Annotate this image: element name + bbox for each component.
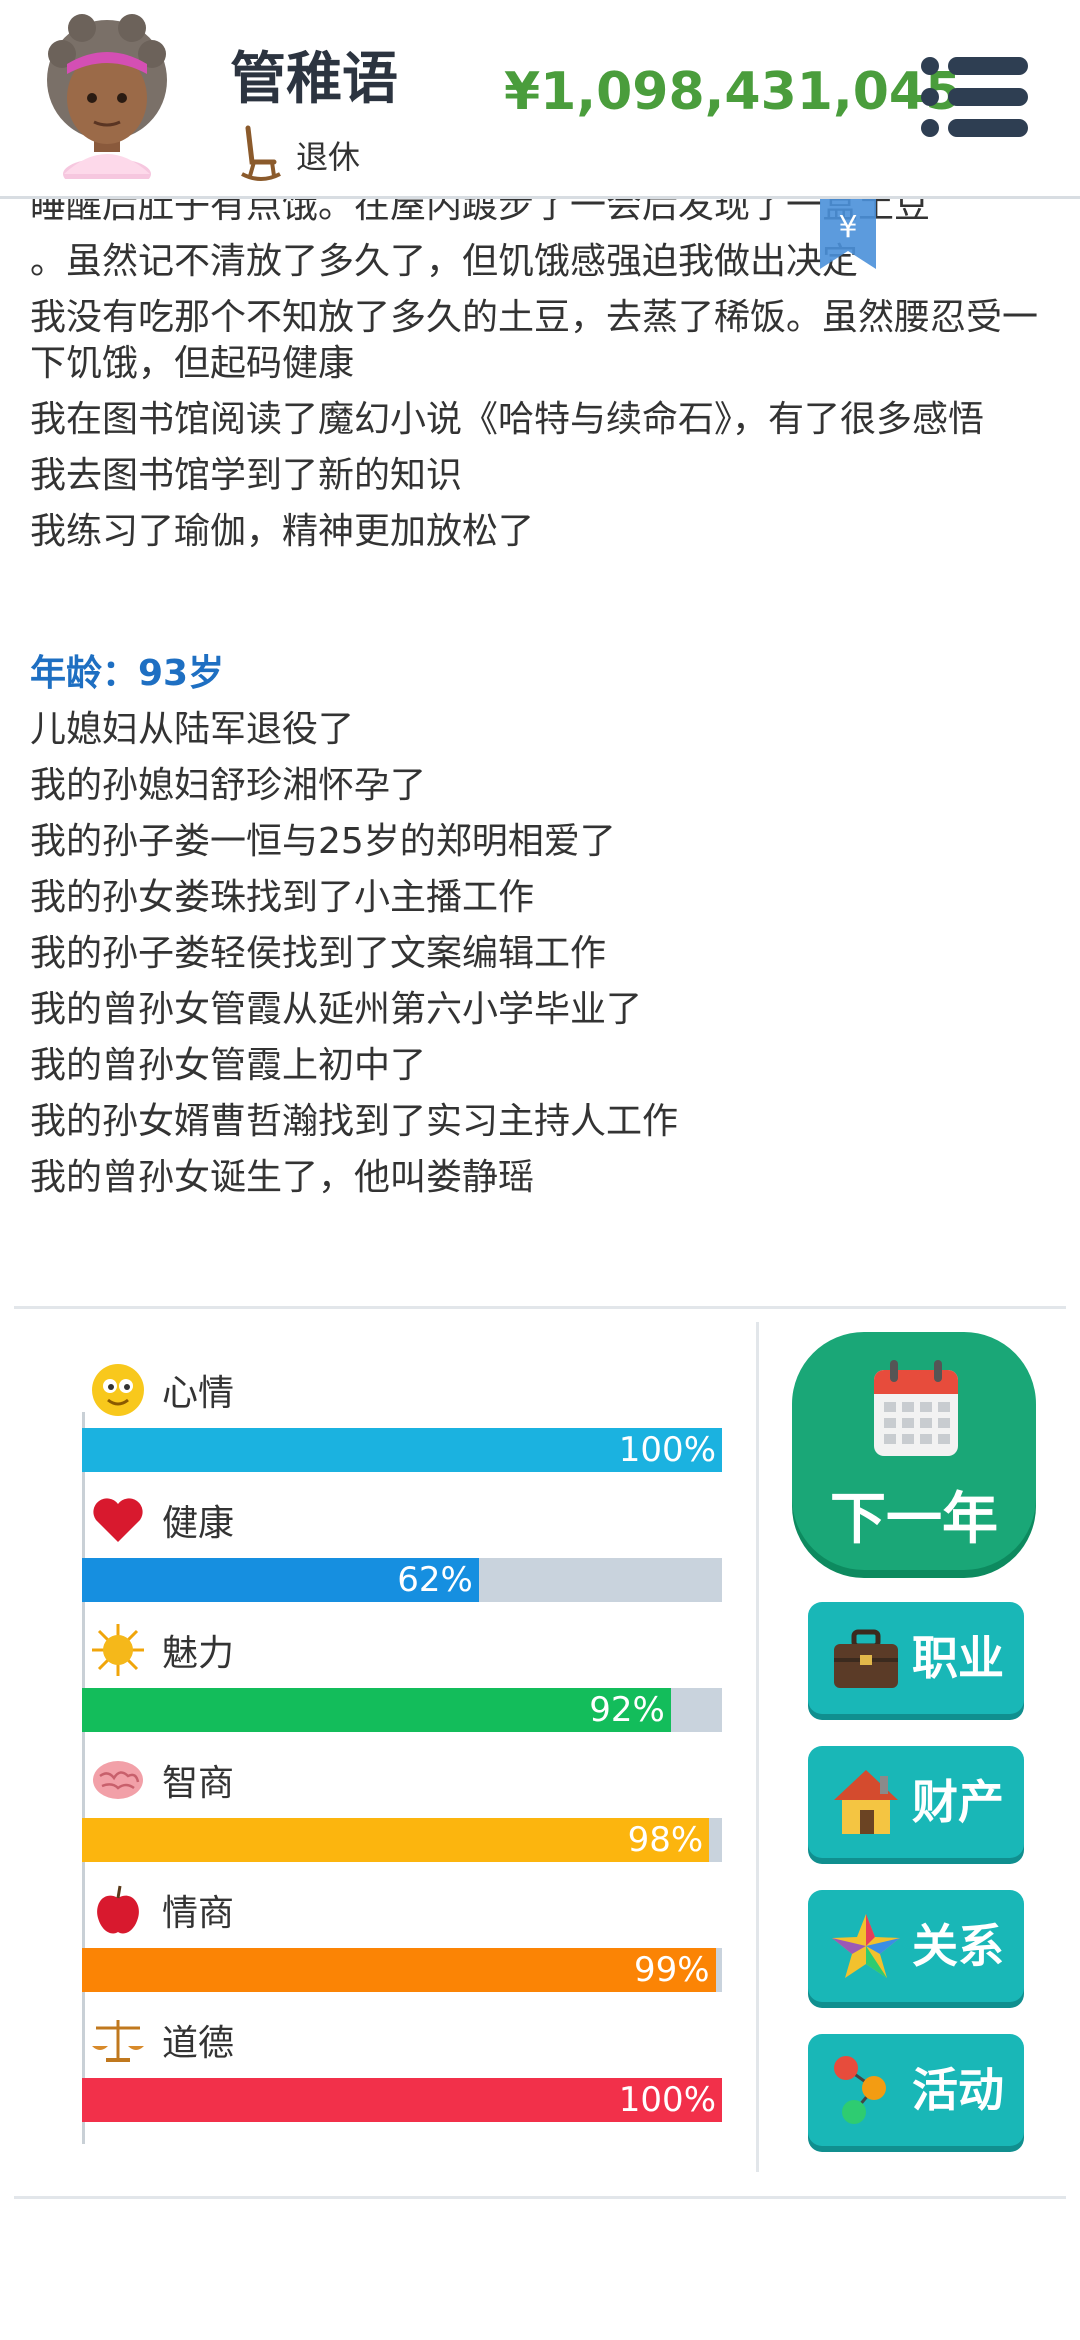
star-icon bbox=[832, 1914, 900, 1978]
activities-button[interactable]: 活动 bbox=[808, 2034, 1024, 2146]
menu-button[interactable] bbox=[920, 54, 1030, 140]
stat-bar: 100% bbox=[82, 2078, 722, 2122]
stat-bar-fill: 62% bbox=[82, 1558, 479, 1602]
stat-bar-fill: 100% bbox=[82, 2078, 722, 2122]
apple-icon bbox=[97, 1885, 139, 1934]
house-icon bbox=[834, 1770, 898, 1834]
list-menu-icon bbox=[921, 57, 1028, 137]
stat-header: 道德 bbox=[90, 2010, 234, 2070]
stat-value: 92% bbox=[589, 1690, 665, 1730]
stat-label: 健康 bbox=[162, 1503, 235, 1544]
stat-header: 智商 bbox=[90, 1750, 234, 1810]
bottom-divider bbox=[14, 2196, 1066, 2199]
stat-row: 智商 98% bbox=[82, 1750, 722, 1880]
brain-icon bbox=[93, 1761, 143, 1799]
log-entry: 我的孙女娄珠找到了小主播工作 bbox=[30, 877, 535, 918]
stat-value: 100% bbox=[618, 2080, 716, 2120]
log-entry: 我在图书馆阅读了魔幻小说《哈特与续命石》，有了很多感悟 bbox=[30, 399, 985, 440]
stat-bar: 92% bbox=[82, 1688, 722, 1732]
log-entry: 我的孙女婿曹哲瀚找到了实习主持人工作 bbox=[30, 1101, 679, 1142]
stat-row: 心情 100% bbox=[82, 1360, 722, 1490]
stat-row: 情商 99% bbox=[82, 1880, 722, 2010]
stat-header: 魅力 bbox=[90, 1620, 234, 1680]
relations-label: 关系 bbox=[912, 1919, 1004, 1973]
log-entry: 我的孙子娄轻侯找到了文案编辑工作 bbox=[30, 933, 607, 974]
smiley-icon bbox=[92, 1364, 144, 1416]
money-display: ¥1,098,431,045 bbox=[504, 62, 962, 122]
stat-bar-fill: 99% bbox=[82, 1948, 716, 1992]
stat-value: 99% bbox=[634, 1950, 710, 1990]
rocking-chair-icon bbox=[241, 125, 281, 181]
divider bbox=[14, 1306, 1066, 1309]
relations-button[interactable]: 关系 bbox=[808, 1890, 1024, 2002]
sun-icon bbox=[92, 1624, 144, 1676]
stat-bar-fill: 100% bbox=[82, 1428, 722, 1472]
scales-icon bbox=[92, 2020, 144, 2062]
age-heading: 年龄：93岁 bbox=[30, 653, 225, 694]
stat-row: 道德 100% bbox=[82, 2010, 722, 2140]
next-year-button[interactable]: 下一年 bbox=[792, 1332, 1036, 1570]
stat-value: 62% bbox=[397, 1560, 473, 1600]
log-entry: 儿媳妇从陆军退役了 bbox=[30, 709, 355, 750]
top-bar: 管稚语 退休 ¥1,098,431,045 bbox=[0, 0, 1080, 196]
stat-bar-fill: 98% bbox=[82, 1818, 710, 1862]
activity-dots-icon bbox=[834, 2056, 886, 2124]
stat-bar: 100% bbox=[82, 1428, 722, 1472]
stat-row: 健康 62% bbox=[82, 1490, 722, 1620]
career-button[interactable]: 职业 bbox=[808, 1602, 1024, 1714]
stat-value: 98% bbox=[627, 1820, 704, 1860]
money-tip-badge[interactable]: ¥ bbox=[820, 199, 876, 271]
log-entry: 我没有吃那个不知放了多久的土豆，去蒸了稀饭。虽然腰忍受一下饥饿，但起码健康 bbox=[30, 297, 1039, 384]
log-entry: 我的曾孙女管霞从延州第六小学毕业了 bbox=[30, 989, 643, 1030]
property-button[interactable]: 财产 bbox=[808, 1746, 1024, 1858]
stat-bar: 99% bbox=[82, 1948, 722, 1992]
stat-label: 道德 bbox=[162, 2023, 235, 2064]
stat-bar: 98% bbox=[82, 1818, 722, 1862]
stats-panel: 心情 100% 健康 62% 魅力 92% 智商 98% 情商 99% 道德 100% bbox=[82, 1360, 722, 2140]
log-entry: 我的曾孙女管霞上初中了 bbox=[30, 1045, 427, 1086]
stat-header: 情商 bbox=[90, 1880, 234, 1940]
log-entry: 睡醒后肚子有点饿。在屋内踱步了一会后发现了一盒土豆 bbox=[30, 199, 931, 226]
calendar-icon bbox=[874, 1360, 958, 1456]
log-entry: 我的孙媳妇舒珍湘怀孕了 bbox=[30, 765, 427, 806]
stat-value: 100% bbox=[618, 1430, 716, 1470]
log-entry: 我去图书馆学到了新的知识 bbox=[30, 455, 463, 496]
yen-icon: ¥ bbox=[838, 210, 857, 245]
status-label: 退休 bbox=[296, 138, 361, 176]
stat-label: 心情 bbox=[162, 1373, 235, 1414]
heart-icon bbox=[93, 1498, 143, 1542]
property-label: 财产 bbox=[912, 1775, 1004, 1829]
stat-label: 智商 bbox=[162, 1763, 235, 1804]
log-entry: 我练习了瑜伽，精神更加放松了 bbox=[30, 511, 535, 552]
event-log[interactable]: 睡醒后肚子有点饿。在屋内踱步了一会后发现了一盒土豆。虽然记不清放了多久了，但饥饿… bbox=[0, 199, 1080, 1299]
stat-bar-fill: 92% bbox=[82, 1688, 671, 1732]
panel-separator bbox=[756, 1322, 759, 2172]
stat-header: 心情 bbox=[90, 1360, 234, 1420]
header-divider bbox=[0, 196, 1080, 199]
activities-label: 活动 bbox=[912, 2063, 1004, 2117]
avatar[interactable] bbox=[42, 14, 172, 190]
log-entry: 我的孙子娄一恒与25岁的郑明相爱了 bbox=[30, 821, 616, 862]
briefcase-icon bbox=[834, 1629, 898, 1688]
stat-label: 魅力 bbox=[162, 1633, 235, 1674]
log-entry: 我的曾孙女诞生了，他叫娄静瑶 bbox=[30, 1157, 535, 1198]
status-indicator: 退休 bbox=[240, 120, 360, 182]
career-label: 职业 bbox=[912, 1631, 1004, 1685]
stat-header: 健康 bbox=[90, 1490, 234, 1550]
character-name: 管稚语 bbox=[230, 47, 398, 112]
next-year-label: 下一年 bbox=[830, 1487, 998, 1552]
stat-row: 魅力 92% bbox=[82, 1620, 722, 1750]
log-entry: 。虽然记不清放了多久了，但饥饿感强迫我做出决定 bbox=[30, 241, 859, 282]
stat-bar: 62% bbox=[82, 1558, 722, 1602]
stat-label: 情商 bbox=[162, 1893, 235, 1934]
